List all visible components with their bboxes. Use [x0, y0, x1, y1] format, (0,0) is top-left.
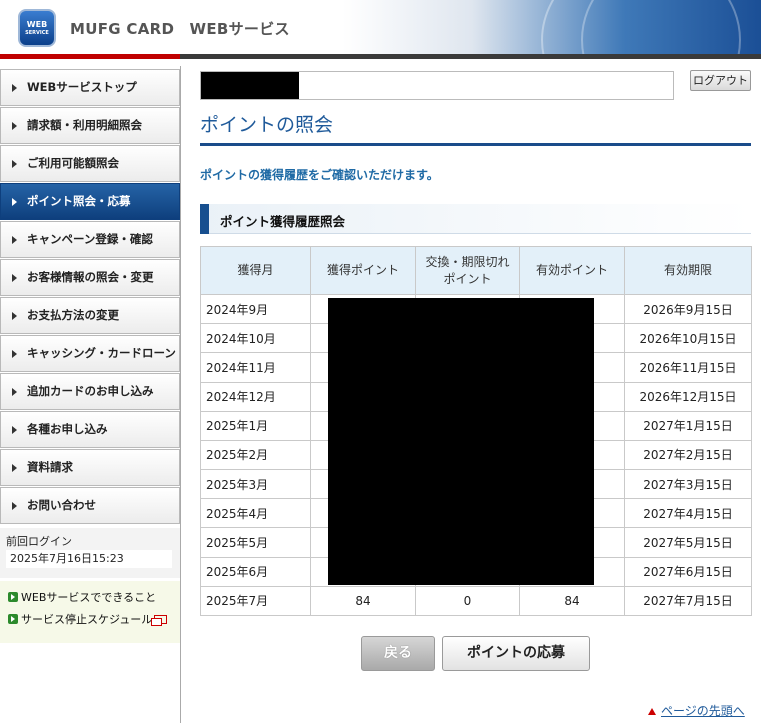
- table-cell: 2027年6月15日: [624, 556, 752, 587]
- table-cell: 2026年11月15日: [624, 352, 752, 383]
- redacted-user-name: [201, 72, 299, 99]
- page-top-label: ページの先頭へ: [661, 704, 745, 718]
- table-cell: 2027年5月15日: [624, 527, 752, 558]
- last-login-panel: 前回ログイン 2025年7月16日15:23: [0, 528, 180, 578]
- sidebar-item[interactable]: 資料請求: [0, 449, 180, 486]
- last-login-label: 前回ログイン: [6, 535, 72, 548]
- table-cell: 2025年6月: [200, 556, 311, 587]
- link-web-service-features[interactable]: WEBサービスでできること: [8, 589, 156, 605]
- table-cell: 2025年4月: [200, 498, 311, 529]
- table-cell: 2025年1月: [200, 410, 311, 441]
- section-header-bar: [200, 204, 209, 234]
- col-header: 獲得ポイント: [310, 246, 416, 295]
- intro-text: ポイントの獲得履歴をご確認いただけます。: [200, 168, 439, 182]
- col-header: 有効期限: [624, 246, 752, 295]
- logo-subtext: SERVICE: [25, 30, 49, 36]
- new-window-icon: [151, 615, 168, 626]
- sidebar: WEBサービストップ 請求額・利用明細照会 ご利用可能額照会 ポイント照会・応募 キャン…: [0, 66, 181, 723]
- back-button[interactable]: 戻る: [361, 636, 435, 671]
- page-top-link[interactable]: ページの先頭へ: [648, 702, 745, 719]
- table-cell: 2027年1月15日: [624, 410, 752, 441]
- page-title: ポイントの照会: [200, 114, 334, 136]
- logout-button[interactable]: ログアウト: [690, 70, 751, 91]
- arrow-right-icon: [8, 614, 18, 624]
- table-row: 2025年7月 84 0 84 2027年7月15日: [200, 585, 752, 617]
- sidebar-item[interactable]: お支払方法の変更: [0, 297, 180, 334]
- sidebar-item[interactable]: 請求額・利用明細照会: [0, 107, 180, 144]
- table-cell: 2027年2月15日: [624, 439, 752, 471]
- sidebar-item[interactable]: お問い合わせ: [0, 487, 180, 524]
- sidebar-item[interactable]: ご利用可能額照会: [0, 145, 180, 182]
- link-label: WEBサービスでできること: [21, 591, 157, 604]
- table-cell: 2026年10月15日: [624, 323, 752, 354]
- logo-text: WEB: [26, 20, 48, 29]
- apply-points-button[interactable]: ポイントの応募: [442, 636, 590, 671]
- header-globe-decoration: [581, 0, 741, 56]
- col-header: 獲得月: [200, 246, 311, 295]
- col-header: 有効ポイント: [519, 246, 625, 295]
- link-service-stop-schedule[interactable]: サービス停止スケジュール: [8, 611, 168, 627]
- arrow-right-icon: [8, 592, 18, 602]
- table-cell: 2025年5月: [200, 527, 311, 558]
- site-header: WEB SERVICE MUFG CARD WEBサービス: [0, 0, 761, 56]
- sidebar-item[interactable]: WEBサービストップ: [0, 69, 180, 106]
- table-cell: 2025年2月: [200, 439, 311, 471]
- table-cell: 2027年4月15日: [624, 498, 752, 529]
- sidebar-item[interactable]: 追加カードのお申し込み: [0, 373, 180, 410]
- table-cell: 2024年11月: [200, 352, 311, 383]
- section-title: ポイント獲得履歴照会: [220, 214, 346, 229]
- sidebar-item[interactable]: キャッシング・カードローン: [0, 335, 180, 372]
- table-cell: 84: [519, 585, 625, 617]
- table-header-row: 獲得月 獲得ポイント 交換・期限切れ ポイント 有効ポイント 有効期限: [200, 246, 752, 295]
- table-cell: 2026年9月15日: [624, 293, 752, 325]
- table-cell: 2027年3月15日: [624, 469, 752, 500]
- col-header: 交換・期限切れ ポイント: [415, 246, 520, 295]
- table-cell: 2024年10月: [200, 323, 311, 354]
- table-cell: 84: [310, 585, 416, 617]
- section-header: ポイント獲得履歴照会: [200, 204, 751, 234]
- sidebar-item[interactable]: 各種お申し込み: [0, 411, 180, 448]
- brand-title: MUFG CARD WEBサービス: [70, 20, 290, 38]
- triangle-up-icon: [648, 708, 656, 715]
- table-cell: 2024年12月: [200, 381, 311, 412]
- link-label: サービス停止スケジュール: [21, 613, 153, 626]
- web-service-logo[interactable]: WEB SERVICE: [18, 9, 56, 47]
- title-underline: [200, 143, 751, 146]
- sidebar-item[interactable]: キャンペーン登録・確認: [0, 221, 180, 258]
- table-cell: 2024年9月: [200, 293, 311, 325]
- table-cell: 2026年12月15日: [624, 381, 752, 412]
- table-cell: 0: [415, 585, 520, 617]
- sidebar-item[interactable]: ポイント照会・応募: [0, 183, 180, 220]
- table-cell: 2025年7月: [200, 585, 311, 617]
- table-cell: 2027年7月15日: [624, 585, 752, 617]
- redacted-points-block: [328, 298, 594, 585]
- header-divider: [0, 54, 761, 59]
- sidebar-links: WEBサービスでできること サービス停止スケジュール: [0, 581, 180, 643]
- last-login-value: 2025年7月16日15:23: [6, 550, 172, 568]
- sidebar-item[interactable]: お客様情報の照会・変更: [0, 259, 180, 296]
- table-cell: 2025年3月: [200, 469, 311, 500]
- user-name-box: [200, 71, 674, 100]
